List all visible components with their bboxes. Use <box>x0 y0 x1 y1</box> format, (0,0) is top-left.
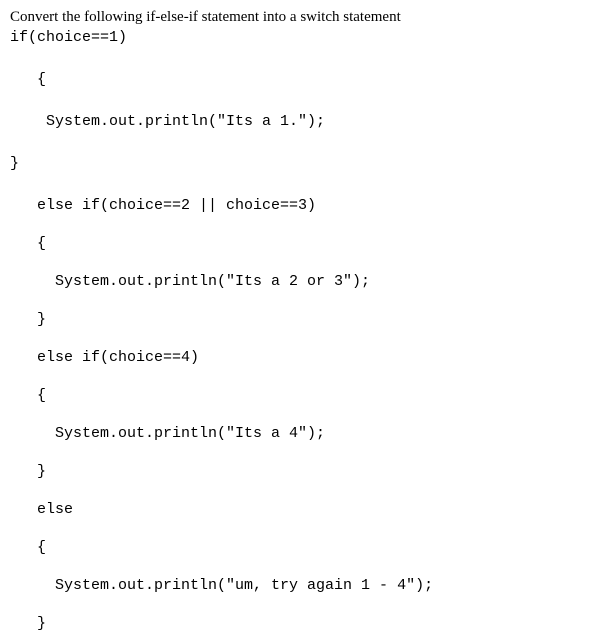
code-line: { <box>10 71 589 89</box>
code-line: System.out.println("Its a 2 or 3"); <box>10 273 589 291</box>
code-line: } <box>10 155 589 173</box>
code-line: } <box>10 463 589 481</box>
code-line: else if(choice==4) <box>10 349 589 367</box>
code-line: System.out.println("Its a 1."); <box>10 113 589 131</box>
code-line: System.out.println("Its a 4"); <box>10 425 589 443</box>
code-block: if(choice==1) { System.out.println("Its … <box>10 29 589 633</box>
code-line: { <box>10 235 589 253</box>
code-line: else <box>10 501 589 519</box>
code-line: } <box>10 311 589 329</box>
code-line: { <box>10 539 589 557</box>
code-line: { <box>10 387 589 405</box>
code-line: } <box>10 615 589 633</box>
instruction-text: Convert the following if-else-if stateme… <box>10 8 589 28</box>
code-line: if(choice==1) <box>10 29 589 47</box>
code-line: System.out.println("um, try again 1 - 4"… <box>10 577 589 595</box>
code-line: else if(choice==2 || choice==3) <box>10 197 589 215</box>
